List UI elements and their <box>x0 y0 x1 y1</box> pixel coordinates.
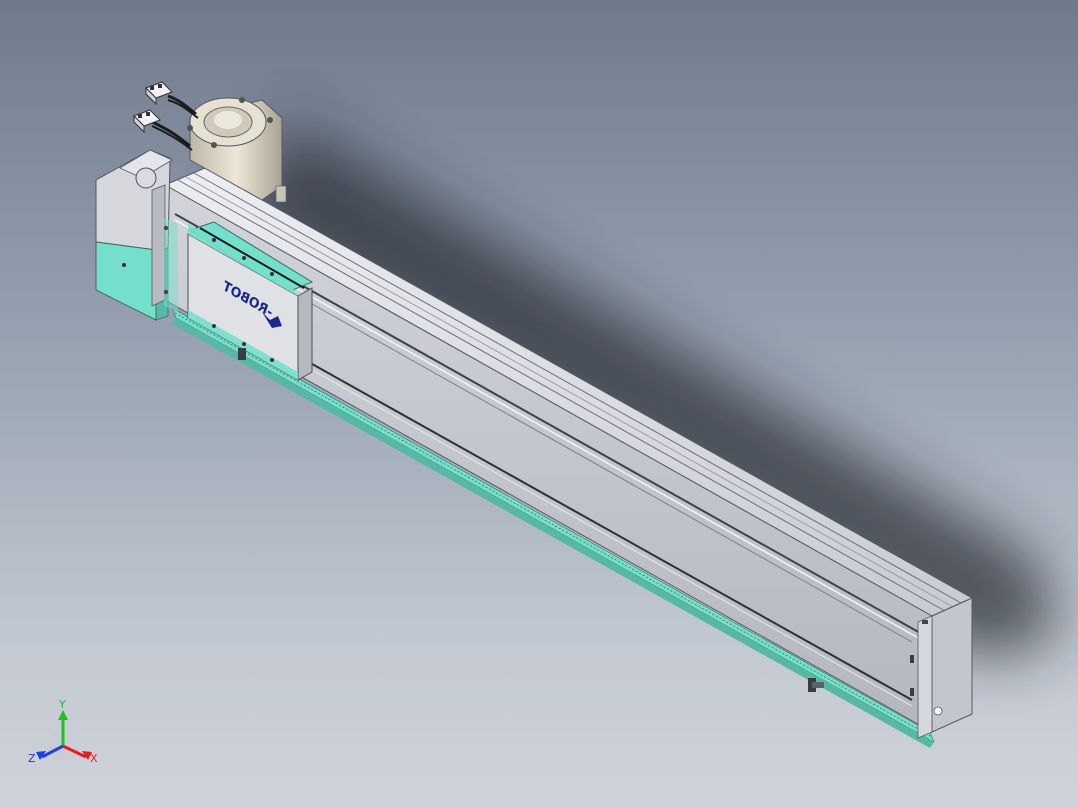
triad-z-label: Z <box>28 752 36 765</box>
triad-y-label: Y <box>58 698 66 711</box>
motor-mount-block <box>95 149 178 321</box>
cad-viewport[interactable]: -ROBOT Y X Z <box>0 0 1078 808</box>
linear-actuator-model[interactable]: -ROBOT Y X Z <box>0 0 1078 808</box>
motor-cables <box>133 81 199 151</box>
triad-x-label: X <box>90 752 98 765</box>
coordinate-triad[interactable]: Y X Z <box>28 698 98 765</box>
